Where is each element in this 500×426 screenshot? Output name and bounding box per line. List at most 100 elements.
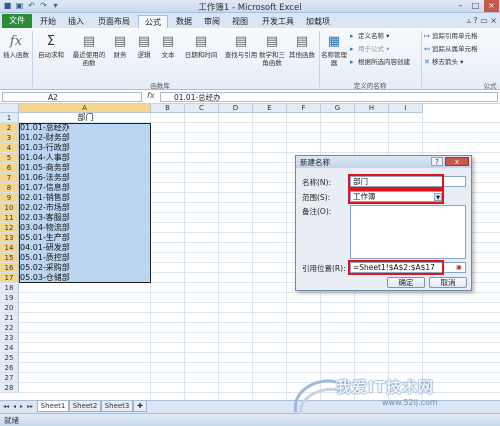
- name-box[interactable]: A2: [2, 92, 142, 102]
- sheet-tab-sheet1[interactable]: Sheet1: [37, 401, 69, 412]
- next-sheet-icon[interactable]: ▸: [20, 403, 23, 410]
- collapse-dialog-icon[interactable]: ▣: [454, 263, 464, 272]
- row-header-23[interactable]: 23: [0, 333, 19, 343]
- financial-button[interactable]: ▤ 财务: [110, 34, 130, 59]
- name-manager-button[interactable]: ▦ 名称管理器: [321, 34, 347, 67]
- insert-sheet-icon[interactable]: ✚: [133, 401, 147, 412]
- column-header-b[interactable]: B: [151, 104, 185, 113]
- column-header-f[interactable]: F: [287, 104, 321, 113]
- row-header-17[interactable]: 17: [0, 273, 19, 283]
- sheet-tab-sheet3[interactable]: Sheet3: [101, 401, 133, 412]
- recent-functions-button[interactable]: ▤ 最近使用的函数: [70, 34, 108, 67]
- column-header-e[interactable]: E: [253, 104, 287, 113]
- row-header-24[interactable]: 24: [0, 343, 19, 353]
- row-header-26[interactable]: 26: [0, 363, 19, 373]
- first-sheet-icon[interactable]: ◂◂: [3, 403, 9, 410]
- column-header-i[interactable]: I: [389, 104, 423, 113]
- datetime-label: 日期和时间: [184, 51, 218, 59]
- row-header-21[interactable]: 21: [0, 313, 19, 323]
- row-header-15[interactable]: 15: [0, 253, 19, 263]
- close-icon[interactable]: ×: [484, 0, 499, 12]
- grid-vline: [184, 113, 185, 400]
- column-header-c[interactable]: C: [185, 104, 219, 113]
- row-header-5[interactable]: 5: [0, 153, 19, 163]
- column-header-h[interactable]: H: [355, 104, 389, 113]
- insert-function-button[interactable]: fx 插入函数: [3, 34, 29, 59]
- row-header-4[interactable]: 4: [0, 143, 19, 153]
- tab-addins[interactable]: 加载项: [302, 15, 334, 28]
- dialog-title-bar[interactable]: 新建名称 ? x: [296, 156, 471, 168]
- column-header-a[interactable]: A: [19, 104, 151, 113]
- group-function-library: 函数库: [150, 82, 170, 90]
- row-header-19[interactable]: 19: [0, 293, 19, 303]
- tab-data[interactable]: 数据: [172, 15, 196, 28]
- minimize-icon[interactable]: –: [453, 0, 468, 12]
- tab-file[interactable]: 文件: [2, 14, 32, 28]
- help-icon[interactable]: ▵ ? ▭ ×: [467, 16, 497, 25]
- use-in-formula-button[interactable]: ▸ 用于公式 ▾: [350, 45, 389, 54]
- grid-hline: [19, 302, 500, 303]
- text-button[interactable]: ▤ 文本: [158, 34, 178, 59]
- autosum-label: 自动求和: [38, 51, 64, 59]
- row-header-20[interactable]: 20: [0, 303, 19, 313]
- dialog-close-button[interactable]: x: [445, 157, 469, 166]
- trace-dependents-button[interactable]: ↤ 追踪从属单元格: [424, 45, 478, 54]
- row-header-25[interactable]: 25: [0, 353, 19, 363]
- formula-input[interactable]: 01.01-总经办: [160, 92, 498, 102]
- datetime-button[interactable]: ▤ 日期和时间: [180, 34, 222, 59]
- help-button[interactable]: ?: [431, 157, 443, 166]
- row-header-22[interactable]: 22: [0, 323, 19, 333]
- row-header-12[interactable]: 12: [0, 223, 19, 233]
- grid-hline: [19, 342, 500, 343]
- ok-button[interactable]: 确定: [387, 277, 425, 288]
- row-header-18[interactable]: 18: [0, 283, 19, 293]
- comment-textarea[interactable]: [350, 205, 466, 259]
- cell-a1-header[interactable]: 部门: [19, 113, 151, 123]
- column-header-g[interactable]: G: [321, 104, 355, 113]
- remove-arrows-button[interactable]: ✕ 移去箭头 ▾: [424, 58, 463, 67]
- logical-button[interactable]: ▤ 逻辑: [134, 34, 154, 59]
- row-header-7[interactable]: 7: [0, 173, 19, 183]
- new-name-dialog: 新建名称 ? x 名称(N): 部门 范围(S): 工作簿 ▼ 备注(O): 引…: [295, 155, 472, 291]
- last-sheet-icon[interactable]: ▸▸: [27, 403, 33, 410]
- row-header-14[interactable]: 14: [0, 243, 19, 253]
- tab-home[interactable]: 开始: [36, 15, 60, 28]
- fx-icon[interactable]: fx: [147, 91, 155, 100]
- row-header-1[interactable]: 1: [0, 113, 19, 123]
- row-header-8[interactable]: 8: [0, 183, 19, 193]
- grid-hline: [19, 352, 500, 353]
- sheet-tab-sheet2[interactable]: Sheet2: [69, 401, 101, 412]
- row-header-9[interactable]: 9: [0, 193, 19, 203]
- tab-formulas[interactable]: 公式: [138, 15, 168, 28]
- row-header-3[interactable]: 3: [0, 133, 19, 143]
- prev-sheet-icon[interactable]: ◂: [13, 403, 16, 410]
- trace-precedents-button[interactable]: ↦ 追踪引用单元格: [424, 32, 478, 41]
- lookup-button[interactable]: ▤ 查找与引用: [223, 34, 259, 59]
- tab-insert[interactable]: 插入: [64, 15, 88, 28]
- define-name-button[interactable]: ▸ 定义名称 ▾: [350, 32, 389, 41]
- create-from-selection-button[interactable]: ▸ 根据所选内容创建: [350, 58, 410, 67]
- row-header-11[interactable]: 11: [0, 213, 19, 223]
- tab-page-layout[interactable]: 页面布局: [94, 15, 134, 28]
- maximize-icon[interactable]: □: [468, 0, 483, 12]
- row-header-2[interactable]: 2: [0, 123, 19, 133]
- autosum-button[interactable]: Σ 自动求和: [36, 34, 66, 59]
- column-header-d[interactable]: D: [219, 104, 253, 113]
- row-header-28[interactable]: 28: [0, 383, 19, 393]
- name-label: 名称(N):: [302, 178, 331, 187]
- row-header-27[interactable]: 27: [0, 373, 19, 383]
- row-header-13[interactable]: 13: [0, 233, 19, 243]
- cancel-button[interactable]: 取消: [429, 277, 467, 288]
- tab-view[interactable]: 视图: [228, 15, 252, 28]
- row-header-10[interactable]: 10: [0, 203, 19, 213]
- row-header-16[interactable]: 16: [0, 263, 19, 273]
- arrow-icon: ↤: [424, 45, 430, 53]
- tab-developer[interactable]: 开发工具: [258, 15, 298, 28]
- select-all-corner[interactable]: [0, 104, 19, 113]
- math-button[interactable]: ▤ 数学和三角函数: [257, 34, 287, 67]
- book-icon: ▤: [161, 34, 175, 49]
- tab-review[interactable]: 审阅: [200, 15, 224, 28]
- row-header-6[interactable]: 6: [0, 163, 19, 173]
- arrow-icon: ↦: [424, 32, 430, 40]
- other-functions-button[interactable]: ▤ 其他函数: [288, 34, 316, 59]
